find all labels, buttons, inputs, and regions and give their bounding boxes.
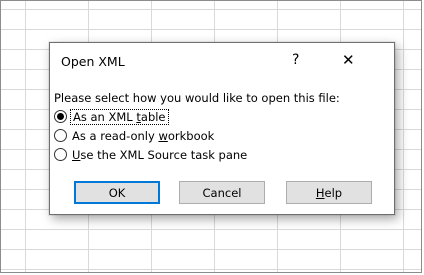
dialog-prompt: Please select how you would like to open… xyxy=(54,91,340,105)
screenshot-frame: Open XML ? ✕ Please select how you would… xyxy=(0,0,422,273)
dialog-title: Open XML xyxy=(61,54,125,69)
ok-button[interactable]: OK xyxy=(74,181,160,204)
option-xml-source-task-pane[interactable]: Use the XML Source task pane xyxy=(54,145,390,164)
dialog-titlebar: Open XML ? ✕ xyxy=(50,43,394,79)
option-xml-source-task-pane-label: Use the XML Source task pane xyxy=(72,147,248,162)
option-read-only-workbook-label: As a read-only workbook xyxy=(72,128,215,143)
help-icon[interactable]: ? xyxy=(292,52,299,68)
dialog-body: Please select how you would like to open… xyxy=(54,91,390,164)
option-xml-table-label: As an XML table xyxy=(70,108,169,125)
help-button[interactable]: Help xyxy=(286,181,372,204)
radio-read-only-workbook[interactable] xyxy=(54,129,67,142)
option-read-only-workbook[interactable]: As a read-only workbook xyxy=(54,126,390,145)
radio-xml-table[interactable] xyxy=(54,110,67,123)
cancel-button[interactable]: Cancel xyxy=(179,181,265,204)
option-xml-table[interactable]: As an XML table xyxy=(54,107,390,126)
open-xml-dialog: Open XML ? ✕ Please select how you would… xyxy=(49,42,395,215)
radio-xml-source-task-pane[interactable] xyxy=(54,148,67,161)
close-icon[interactable]: ✕ xyxy=(342,51,355,69)
